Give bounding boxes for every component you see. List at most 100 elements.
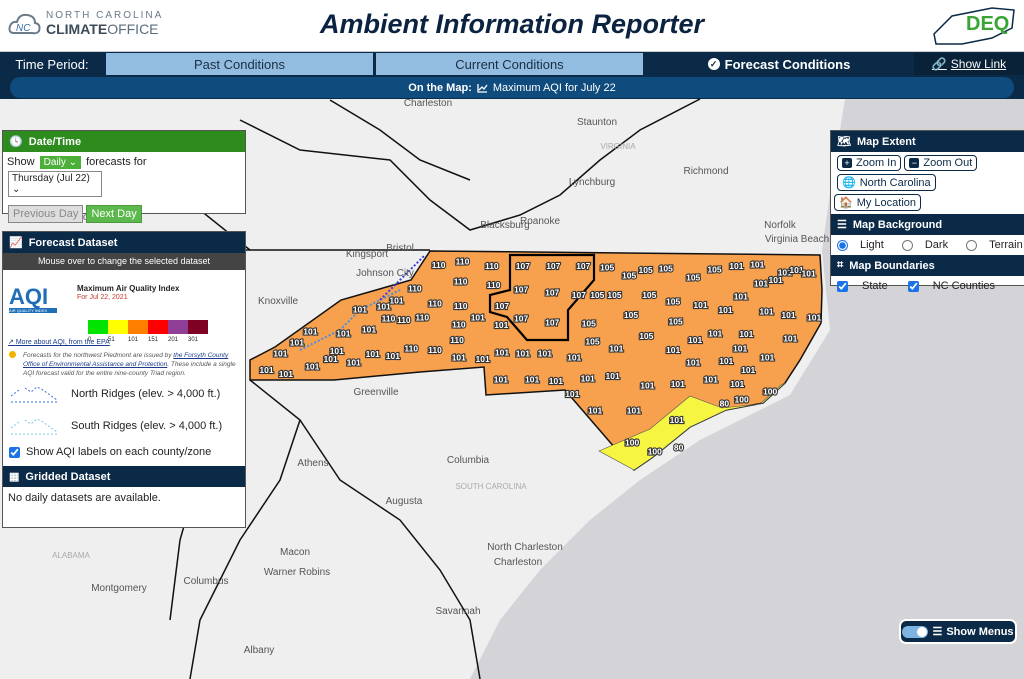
toggle-switch[interactable] [902, 625, 929, 638]
county-aqi-label[interactable]: 105 [685, 271, 702, 283]
county-aqi-label[interactable]: 110 [403, 342, 419, 354]
county-aqi-label[interactable]: 101 [352, 303, 369, 315]
county-aqi-label[interactable]: 105 [637, 264, 654, 276]
county-aqi-label[interactable]: 110 [449, 334, 465, 346]
tab-forecast-conditions[interactable]: ✓ Forecast Conditions [646, 53, 912, 75]
county-aqi-label[interactable]: 101 [302, 326, 319, 338]
county-aqi-label[interactable]: 110 [453, 300, 469, 312]
county-aqi-label[interactable]: 105 [623, 309, 640, 321]
my-location-button[interactable]: 🏠 My Location [834, 194, 922, 211]
county-aqi-label[interactable]: 101 [272, 347, 289, 359]
county-aqi-label[interactable]: 101 [729, 378, 746, 390]
county-aqi-label[interactable]: 101 [759, 351, 776, 363]
county-aqi-label[interactable]: 105 [665, 296, 682, 308]
county-aqi-label[interactable]: 101 [278, 368, 295, 380]
county-aqi-label[interactable]: 101 [687, 334, 704, 346]
county-aqi-label[interactable]: 101 [782, 332, 799, 344]
zoom-out-button[interactable]: − Zoom Out [904, 155, 978, 171]
county-aqi-label[interactable]: 101 [580, 372, 597, 384]
county-aqi-label[interactable]: 101 [767, 274, 784, 286]
county-aqi-label[interactable]: 101 [718, 355, 735, 367]
previous-day-button[interactable]: Previous Day [8, 205, 84, 223]
county-aqi-label[interactable]: 101 [665, 344, 682, 356]
bg-terrain-option[interactable]: Terrain [966, 239, 1023, 251]
county-aqi-label[interactable]: 105 [589, 289, 606, 301]
nc-counties-option[interactable]: NC Counties [907, 280, 995, 292]
zoom-in-button[interactable]: + Zoom In [837, 155, 902, 171]
county-aqi-label[interactable]: 105 [606, 289, 623, 301]
county-aqi-label[interactable]: 101 [740, 364, 757, 376]
county-aqi-label[interactable]: 101 [474, 353, 491, 365]
county-aqi-label[interactable]: 101 [494, 347, 511, 359]
county-aqi-label[interactable]: 101 [753, 277, 770, 289]
county-aqi-label[interactable]: 101 [304, 361, 321, 373]
county-aqi-label[interactable]: 101 [717, 304, 734, 316]
bg-terrain-radio[interactable] [966, 239, 978, 251]
county-aqi-label[interactable]: 80 [673, 441, 685, 453]
show-aqi-labels-option[interactable]: Show AQI labels on each county/zone [3, 442, 245, 462]
county-aqi-label[interactable]: 101 [335, 327, 352, 339]
county-aqi-label[interactable]: 105 [658, 262, 675, 274]
county-aqi-label[interactable]: 100 [624, 436, 641, 448]
north-carolina-button[interactable]: 🌐 North Carolina [837, 174, 936, 191]
county-aqi-label[interactable]: 101 [608, 342, 625, 354]
county-aqi-label[interactable]: 105 [638, 330, 655, 342]
county-aqi-label[interactable]: 101 [732, 342, 749, 354]
show-aqi-labels-checkbox[interactable] [9, 446, 20, 458]
county-aqi-label[interactable]: 101 [515, 347, 532, 359]
county-aqi-label[interactable]: 105 [584, 336, 601, 348]
county-aqi-label[interactable]: 110 [427, 344, 443, 356]
county-aqi-label[interactable]: 101 [346, 357, 363, 369]
county-aqi-label[interactable]: 101 [670, 378, 687, 390]
county-aqi-label[interactable]: 110 [431, 259, 447, 271]
show-menus-button[interactable]: ☰ Show Menus [899, 619, 1017, 644]
county-aqi-label[interactable]: 101 [258, 364, 275, 376]
county-aqi-label[interactable]: 101 [587, 405, 604, 417]
county-aqi-label[interactable]: 101 [728, 260, 745, 272]
county-aqi-label[interactable]: 100 [647, 446, 664, 458]
county-aqi-label[interactable]: 110 [396, 314, 412, 326]
county-aqi-label[interactable]: 101 [493, 319, 510, 331]
nc-counties-checkbox[interactable] [907, 280, 919, 292]
county-aqi-label[interactable]: 105 [667, 316, 684, 328]
county-aqi-label[interactable]: 101 [800, 267, 817, 279]
county-aqi-label[interactable]: 101 [524, 373, 541, 385]
state-checkbox[interactable] [837, 280, 848, 292]
county-aqi-label[interactable]: 107 [571, 289, 588, 301]
county-aqi-label[interactable]: 110 [407, 282, 423, 294]
county-aqi-label[interactable]: 107 [513, 312, 530, 324]
bg-dark-radio[interactable] [901, 239, 913, 251]
show-link-button[interactable]: 🔗 Show Link [914, 53, 1024, 75]
county-aqi-label[interactable]: 101 [361, 323, 378, 335]
county-aqi-label[interactable]: 100 [762, 386, 779, 398]
county-aqi-label[interactable]: 101 [388, 295, 405, 307]
county-aqi-label[interactable]: 101 [289, 337, 306, 349]
county-aqi-label[interactable]: 105 [706, 263, 723, 275]
county-aqi-label[interactable]: 101 [376, 301, 393, 313]
state-boundary-option[interactable]: State [837, 280, 888, 292]
aqi-legend[interactable]: AQI AIR QUALITY INDEX Maximum Air Quality… [3, 270, 245, 343]
county-aqi-label[interactable]: 110 [427, 297, 443, 309]
county-aqi-label[interactable]: 101 [493, 373, 510, 385]
county-aqi-label[interactable]: 101 [669, 414, 686, 426]
county-aqi-label[interactable]: 101 [564, 388, 581, 400]
county-aqi-label[interactable]: 107 [515, 260, 532, 272]
county-aqi-label[interactable]: 110 [381, 312, 397, 324]
county-aqi-label[interactable]: 105 [641, 289, 658, 301]
county-aqi-label[interactable]: 101 [322, 353, 339, 365]
county-aqi-label[interactable]: 101 [685, 357, 702, 369]
county-aqi-label[interactable]: 105 [599, 261, 616, 273]
county-aqi-label[interactable]: 105 [581, 317, 598, 329]
county-aqi-label[interactable]: 110 [455, 256, 471, 268]
county-aqi-label[interactable]: 101 [470, 311, 487, 323]
county-aqi-label[interactable]: 101 [780, 309, 797, 321]
county-aqi-label[interactable]: 101 [604, 370, 621, 382]
county-aqi-label[interactable]: 105 [621, 270, 638, 282]
county-aqi-label[interactable]: 101 [451, 352, 468, 364]
bg-dark-option[interactable]: Dark [901, 239, 948, 251]
county-aqi-label[interactable]: 101 [548, 375, 565, 387]
county-aqi-label[interactable]: 101 [733, 291, 750, 303]
county-aqi-label[interactable]: 107 [494, 300, 511, 312]
day-select[interactable]: Thursday (Jul 22) ⌄ [8, 171, 102, 197]
tab-current-conditions[interactable]: Current Conditions [376, 53, 643, 75]
